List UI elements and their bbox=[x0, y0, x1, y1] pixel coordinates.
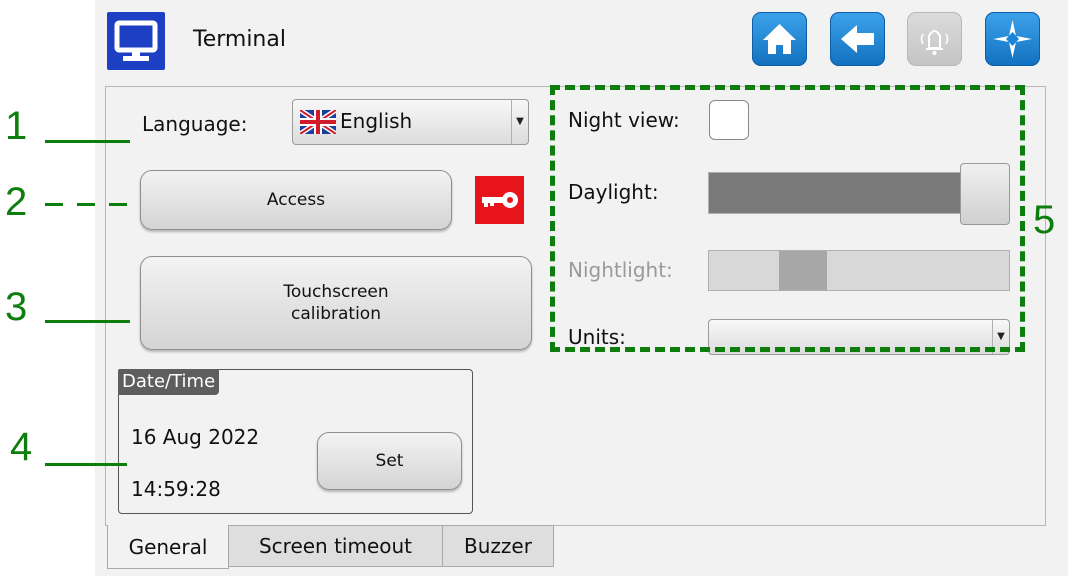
annotation-2: 2 bbox=[5, 180, 28, 224]
tab-general[interactable]: General bbox=[107, 525, 229, 569]
tab-buzzer-label: Buzzer bbox=[464, 534, 532, 558]
annotation-4: 4 bbox=[10, 425, 33, 469]
annotation-1-line bbox=[45, 140, 130, 143]
bell-icon bbox=[920, 30, 949, 55]
touchscreen-calibration-button[interactable]: Touchscreen calibration bbox=[140, 256, 532, 350]
annotation-3-line bbox=[45, 320, 130, 323]
access-button[interactable]: Access bbox=[140, 170, 452, 230]
date-value: 16 Aug 2022 bbox=[131, 425, 260, 449]
annotation-1: 1 bbox=[5, 104, 28, 148]
tab-buzzer[interactable]: Buzzer bbox=[442, 525, 554, 567]
set-button-label: Set bbox=[375, 451, 404, 471]
language-value: English bbox=[340, 109, 413, 133]
time-value: 14:59:28 bbox=[131, 477, 221, 501]
tab-screen-timeout-label: Screen timeout bbox=[258, 534, 413, 558]
annotation-5: 5 bbox=[1033, 198, 1056, 242]
language-label: Language: bbox=[142, 112, 248, 136]
back-button[interactable] bbox=[830, 12, 885, 66]
annotation-5-box bbox=[550, 85, 1025, 352]
alarm-button[interactable] bbox=[907, 12, 962, 66]
navigation-button[interactable] bbox=[985, 12, 1040, 66]
compass-icon bbox=[993, 20, 1032, 58]
touchscreen-calibration-label: Touchscreen calibration bbox=[283, 282, 389, 324]
tab-screen-timeout[interactable]: Screen timeout bbox=[228, 525, 443, 567]
annotation-2-line bbox=[45, 203, 130, 206]
monitor-icon bbox=[107, 12, 165, 70]
home-icon bbox=[763, 24, 796, 54]
uk-flag-icon bbox=[300, 110, 336, 134]
date-time-title: Date/Time bbox=[118, 369, 220, 395]
set-datetime-button[interactable]: Set bbox=[317, 432, 462, 490]
page-title: Terminal bbox=[193, 27, 286, 52]
chevron-down-icon: ▼ bbox=[511, 100, 528, 144]
annotation-4-line bbox=[45, 463, 127, 466]
home-button[interactable] bbox=[752, 12, 807, 66]
language-select[interactable]: English ▼ bbox=[292, 99, 529, 145]
access-button-label: Access bbox=[266, 190, 326, 210]
back-icon bbox=[841, 25, 874, 53]
key-icon bbox=[475, 176, 524, 224]
tab-general-label: General bbox=[128, 534, 208, 559]
annotation-3: 3 bbox=[5, 285, 28, 329]
